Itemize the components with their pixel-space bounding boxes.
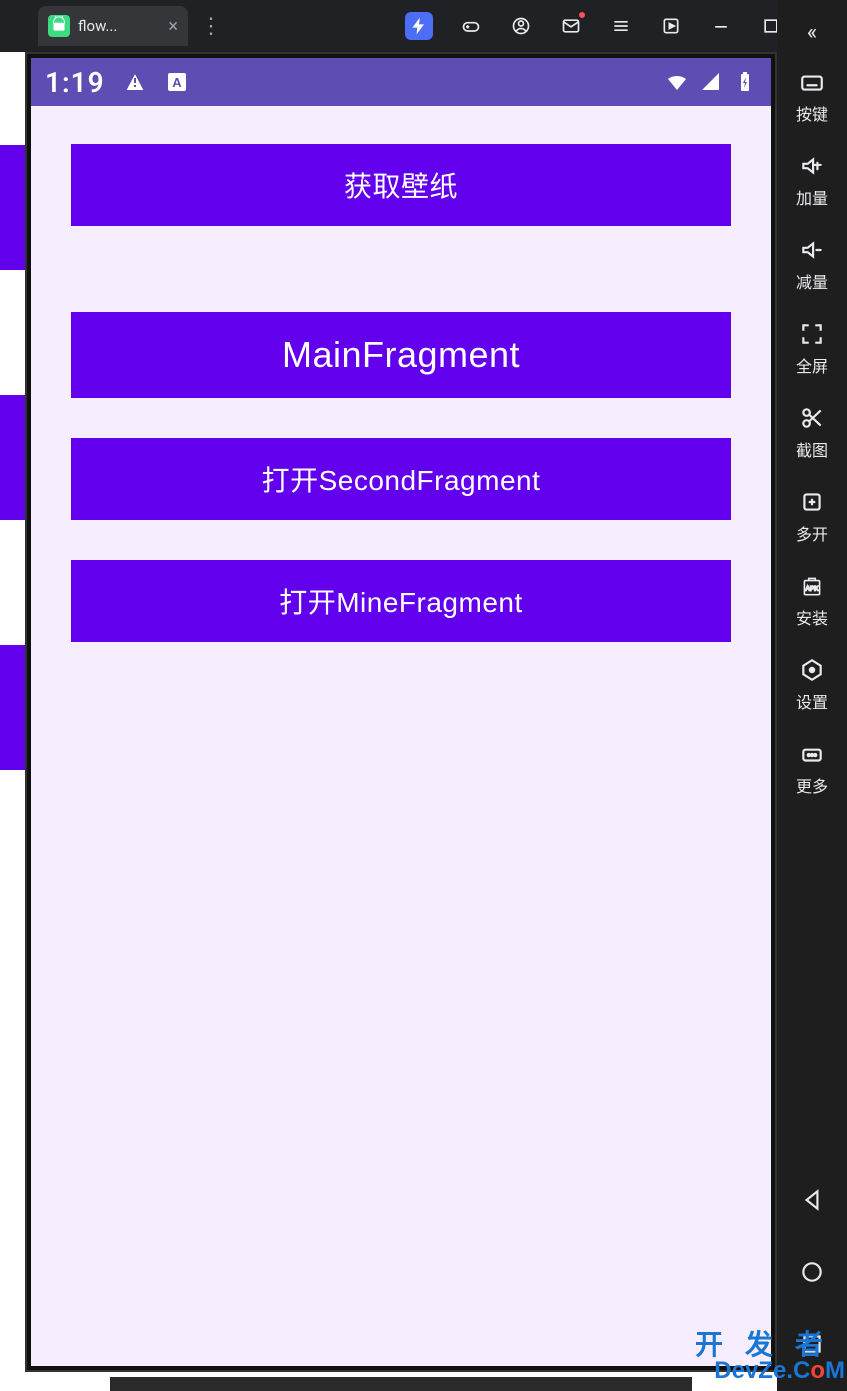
watermark: 开发者 DevZe.CoM — [695, 1331, 845, 1383]
svg-text:APK: APK — [805, 585, 819, 592]
multi-icon — [799, 489, 825, 515]
emulator-screen: 1:19 A 获取壁纸 MainFragment 打开SecondFragmen… — [31, 58, 771, 1366]
sidebar-item-install[interactable]: APK 安装 — [796, 573, 828, 629]
account-icon[interactable] — [509, 14, 533, 38]
volume-up-icon — [799, 153, 825, 179]
sidebar-item-fullscreen[interactable]: 全屏 — [796, 321, 828, 377]
sidebar-label: 截图 — [796, 437, 828, 461]
page-background — [0, 0, 25, 1391]
open-mine-button[interactable]: 打开MineFragment — [71, 560, 731, 642]
sidebar-label: 更多 — [796, 773, 828, 797]
cast-icon[interactable] — [659, 14, 683, 38]
sidebar-label: 设置 — [796, 689, 828, 713]
bolt-icon[interactable] — [405, 12, 433, 40]
gamepad-icon[interactable] — [459, 14, 483, 38]
window-title-bar: flow... × ⋮ — [0, 0, 847, 52]
apk-icon: APK — [799, 573, 825, 599]
minimize-icon[interactable] — [709, 14, 733, 38]
back-icon[interactable] — [799, 1187, 825, 1217]
main-fragment-button[interactable]: MainFragment — [71, 312, 731, 398]
scissors-icon — [799, 405, 825, 431]
android-status-bar: 1:19 A — [31, 58, 771, 106]
sidebar-item-volup[interactable]: 加量 — [796, 153, 828, 209]
signal-icon — [699, 70, 723, 94]
collapse-icon[interactable]: « — [807, 20, 817, 45]
ime-icon: A — [165, 70, 189, 94]
tab-title: flow... — [78, 17, 160, 35]
fullscreen-icon — [799, 321, 825, 347]
mail-icon[interactable] — [559, 14, 583, 38]
sidebar-item-screenshot[interactable]: 截图 — [796, 405, 828, 461]
sidebar-item-more[interactable]: 更多 — [796, 741, 828, 797]
sidebar-item-keys[interactable]: 按键 — [796, 69, 828, 125]
sidebar-label: 减量 — [796, 269, 828, 293]
wifi-icon — [665, 70, 689, 94]
emulator-sidebar: « 按键 加量 减量 全屏 截图 多开 APK 安装 设置 更多 — [777, 0, 847, 1391]
android-icon — [48, 15, 70, 37]
sidebar-label: 全屏 — [796, 353, 828, 377]
warning-icon — [123, 70, 147, 94]
settings-icon — [799, 657, 825, 683]
emulator-frame: 1:19 A 获取壁纸 MainFragment 打开SecondFragmen… — [25, 52, 777, 1372]
more-vert-icon[interactable]: ⋮ — [200, 14, 222, 39]
browser-tab[interactable]: flow... × — [38, 6, 188, 46]
volume-down-icon — [799, 237, 825, 263]
menu-icon[interactable] — [609, 14, 633, 38]
battery-icon — [733, 70, 757, 94]
status-time: 1:19 — [45, 66, 105, 99]
sidebar-item-settings[interactable]: 设置 — [796, 657, 828, 713]
watermark-line2: DevZe.CoM — [695, 1359, 845, 1383]
wallpaper-button[interactable]: 获取壁纸 — [71, 144, 731, 226]
close-tab-icon[interactable]: × — [168, 16, 178, 37]
open-second-button[interactable]: 打开SecondFragment — [71, 438, 731, 520]
sidebar-label: 安装 — [796, 605, 828, 629]
sidebar-label: 按键 — [796, 101, 828, 125]
horizontal-scrollbar[interactable] — [110, 1377, 692, 1391]
home-icon[interactable] — [799, 1259, 825, 1289]
sidebar-label: 多开 — [796, 521, 828, 545]
sidebar-label: 加量 — [796, 185, 828, 209]
keyboard-icon — [799, 69, 825, 95]
watermark-line1: 开发者 — [695, 1331, 845, 1359]
sidebar-item-voldown[interactable]: 减量 — [796, 237, 828, 293]
svg-text:A: A — [172, 75, 182, 90]
app-content: 获取壁纸 MainFragment 打开SecondFragment 打开Min… — [31, 106, 771, 642]
more-icon — [799, 741, 825, 767]
sidebar-item-multi[interactable]: 多开 — [796, 489, 828, 545]
